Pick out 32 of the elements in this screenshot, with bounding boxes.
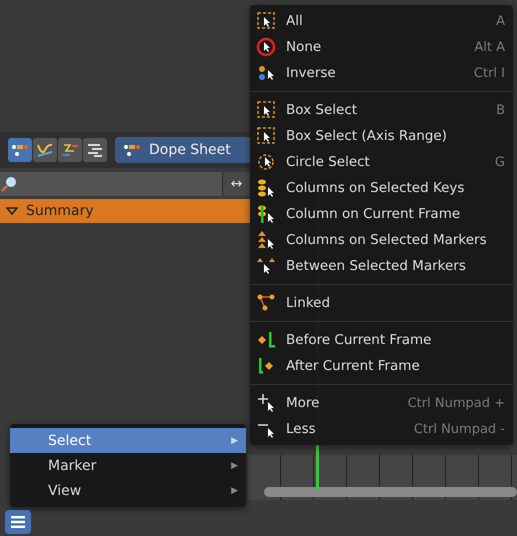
editor-type-dropdown[interactable]: Dope Sheet — [115, 137, 250, 163]
menu-item[interactable]: More Ctrl Numpad + — [250, 390, 513, 416]
menu-item[interactable]: Box Select (Axis Range) — [250, 123, 513, 149]
drivers-icon[interactable] — [58, 138, 82, 162]
menu-item[interactable]: Circle Select G — [250, 149, 513, 175]
menu-item[interactable]: Inverse Ctrl I — [250, 60, 513, 86]
search-field[interactable] — [0, 172, 222, 196]
summary-channel-row[interactable]: Summary — [0, 199, 250, 223]
menu-item[interactable]: Columns on Selected Markers — [250, 227, 513, 253]
menu-item[interactable]: After Current Frame — [250, 353, 513, 379]
scrollbar[interactable] — [264, 487, 517, 497]
menu-item[interactable]: Between Selected Markers — [250, 253, 513, 279]
graph-curve-icon[interactable] — [33, 138, 57, 162]
menu-item[interactable]: Select ▶ — [10, 428, 246, 453]
menu-item[interactable]: Column on Current Frame — [250, 201, 513, 227]
menu-item[interactable]: Less Ctrl Numpad - — [250, 416, 513, 442]
menu-item[interactable]: Before Current Frame — [250, 327, 513, 353]
disclosure-triangle-icon — [6, 206, 18, 216]
menu-item[interactable]: Marker ▶ — [10, 453, 246, 478]
menu-item[interactable]: Linked — [250, 290, 513, 316]
dope-sheet-icon[interactable] — [8, 138, 32, 162]
search-icon — [0, 175, 18, 193]
menu-item[interactable]: Box Select B — [250, 97, 513, 123]
filter-toggle-button[interactable]: ↔ — [222, 172, 250, 196]
menu-item[interactable]: Columns on Selected Keys — [250, 175, 513, 201]
menu-item[interactable]: None Alt A — [250, 34, 513, 60]
nla-strips-icon[interactable] — [83, 138, 107, 162]
menu-button[interactable] — [5, 510, 31, 534]
dope-sheet-icon — [123, 142, 141, 158]
menu-icon — [10, 515, 26, 529]
menu-item[interactable]: View ▶ — [10, 478, 246, 503]
menu-item[interactable]: All A — [250, 8, 513, 34]
